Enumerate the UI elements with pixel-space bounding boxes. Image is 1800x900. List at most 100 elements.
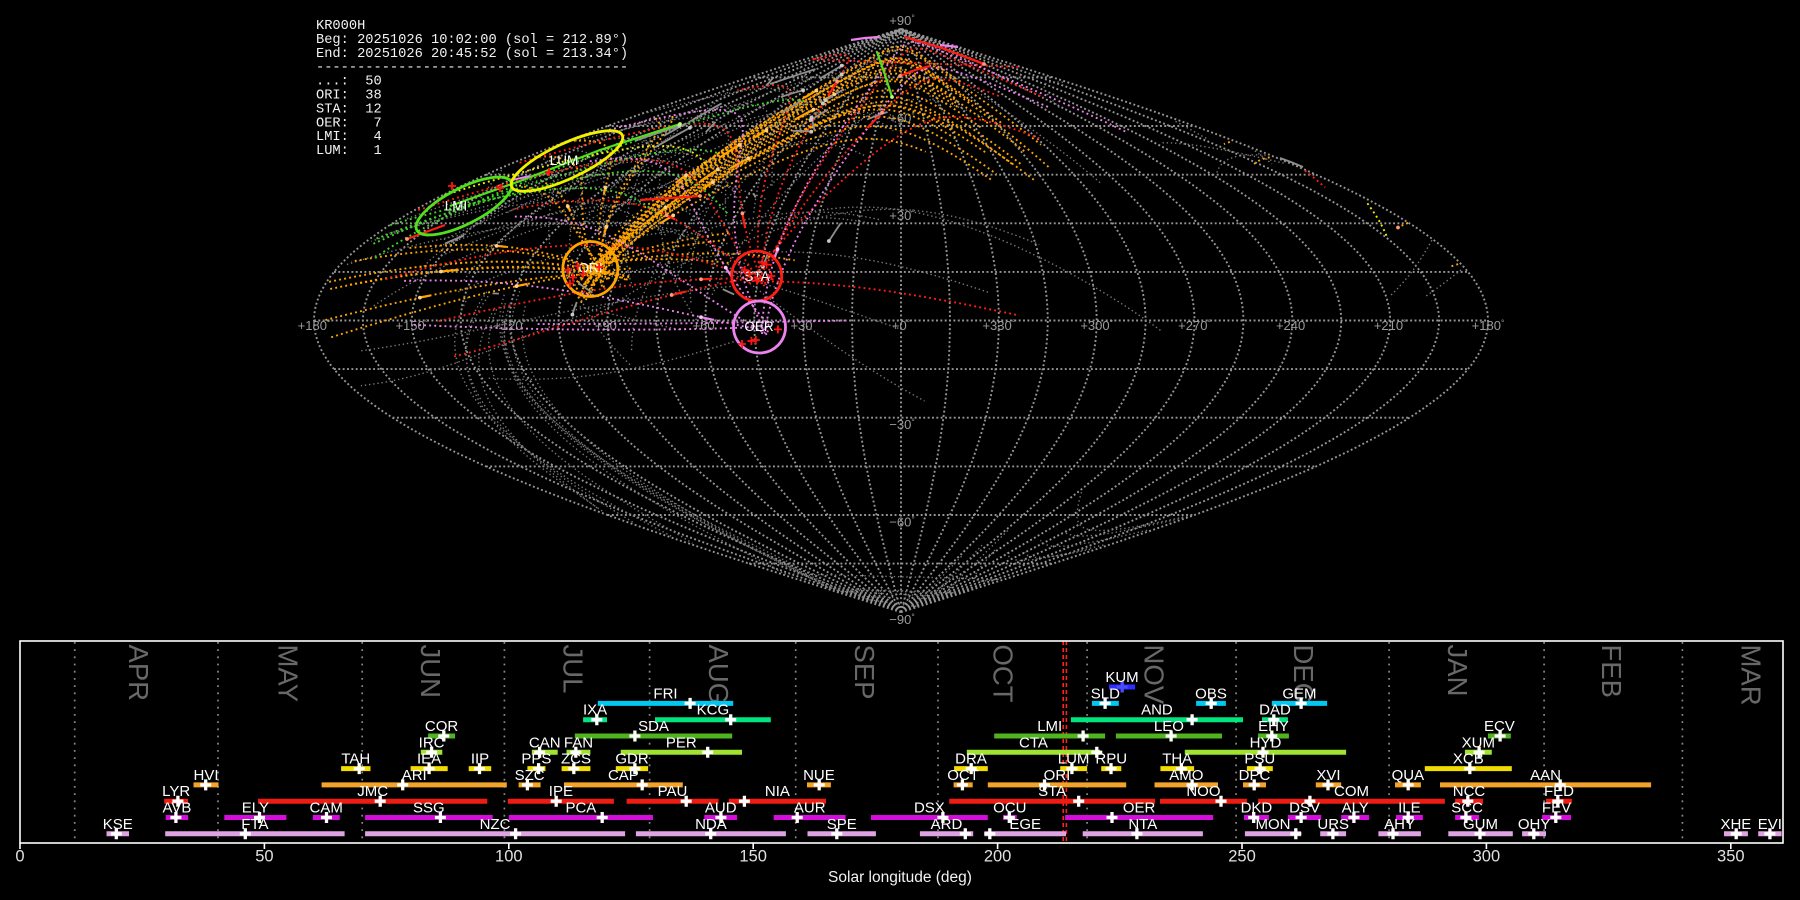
svg-text:APR: APR (123, 645, 154, 702)
svg-text:SDA: SDA (638, 718, 669, 735)
svg-text:NOV: NOV (1138, 645, 1169, 705)
svg-text:OCT: OCT (947, 767, 979, 784)
svg-text:OBS: OBS (1195, 685, 1227, 702)
svg-text:IPE: IPE (549, 783, 573, 800)
svg-text:NOO: NOO (1186, 783, 1220, 800)
svg-text:------------------------------: -------------------------------------- (316, 61, 628, 76)
svg-text:STA: 12: STA: 12 (316, 102, 382, 117)
svg-text:OER: 7: OER: 7 (316, 116, 382, 131)
svg-text:SEP: SEP (849, 645, 880, 700)
svg-text:LMI: 4: LMI: 4 (316, 130, 382, 145)
svg-text:JUN: JUN (415, 645, 446, 698)
svg-text:AUD: AUD (705, 800, 737, 817)
svg-text:HYD: HYD (1250, 734, 1282, 751)
svg-text:DKD: DKD (1241, 800, 1273, 817)
svg-text:LEO: LEO (1154, 718, 1184, 735)
svg-text:0: 0 (15, 848, 24, 866)
svg-text:+240°: +240° (1276, 318, 1309, 334)
svg-text:SZC: SZC (515, 767, 545, 784)
svg-text:FED: FED (1544, 783, 1574, 800)
svg-text:MAR: MAR (1735, 645, 1766, 706)
svg-text:+90°: +90° (595, 318, 620, 334)
svg-text:LYR: LYR (162, 783, 190, 800)
svg-text:QUA: QUA (1392, 767, 1425, 784)
svg-text:CAN: CAN (529, 734, 561, 751)
svg-text:LUM: 1: LUM: 1 (316, 144, 382, 159)
svg-text:+150°: +150° (395, 318, 428, 334)
svg-text:PSU: PSU (1244, 751, 1275, 768)
svg-text:ZCS: ZCS (561, 751, 591, 768)
svg-text:GDR: GDR (615, 751, 649, 768)
svg-text:OCU: OCU (993, 800, 1026, 817)
svg-text:COR: COR (425, 718, 459, 735)
svg-text:DPC: DPC (1239, 767, 1271, 784)
svg-text:Beg: 20251026 10:02:00 (sol =: Beg: 20251026 10:02:00 (sol = 212.89°) (316, 33, 628, 48)
svg-text:TAH: TAH (341, 751, 370, 768)
svg-text:End: 20251026 20:45:52 (sol =: End: 20251026 20:45:52 (sol = 213.34°) (316, 47, 628, 62)
svg-text:JMC: JMC (357, 783, 388, 800)
svg-text:NIA: NIA (765, 783, 790, 800)
svg-text:NUE: NUE (803, 767, 835, 784)
svg-text:ELY: ELY (242, 800, 269, 817)
svg-text:NZC: NZC (480, 816, 511, 833)
svg-text:ORI: ORI (1044, 767, 1071, 784)
svg-text:PAU: PAU (658, 783, 688, 800)
svg-text:GUM: GUM (1463, 816, 1498, 833)
svg-text:HVI: HVI (193, 767, 218, 784)
svg-text:+30°: +30° (790, 318, 815, 334)
svg-text:LMI: LMI (445, 199, 468, 214)
svg-text:AHY: AHY (1384, 816, 1415, 833)
svg-text:+330°: +330° (982, 318, 1015, 334)
svg-text:CAM: CAM (310, 800, 343, 817)
svg-text:DSV: DSV (1289, 800, 1320, 817)
svg-text:AVB: AVB (162, 800, 191, 817)
svg-text:FAN: FAN (564, 734, 593, 751)
svg-text:FEB: FEB (1596, 645, 1627, 698)
svg-text:AUG: AUG (703, 645, 734, 705)
svg-text:SSG: SSG (413, 800, 445, 817)
svg-text:THA: THA (1162, 751, 1192, 768)
svg-text:XUM: XUM (1462, 734, 1495, 751)
svg-text:GEM: GEM (1282, 685, 1316, 702)
svg-text:KUM: KUM (1105, 669, 1138, 686)
svg-text:SCC: SCC (1451, 800, 1483, 817)
svg-text:AND: AND (1141, 702, 1173, 719)
svg-text:STA: STA (1038, 783, 1066, 800)
svg-text:FEV: FEV (1542, 800, 1571, 817)
svg-text:XCB: XCB (1453, 751, 1484, 768)
svg-text:IEA: IEA (417, 751, 441, 768)
svg-text:NCC: NCC (1453, 783, 1486, 800)
svg-text:OER: OER (1123, 800, 1156, 817)
svg-text:DAD: DAD (1259, 702, 1291, 719)
svg-text:FRI: FRI (653, 685, 677, 702)
svg-text:OHY: OHY (1518, 816, 1551, 833)
svg-text:IXA: IXA (583, 702, 607, 719)
svg-text:PCA: PCA (565, 800, 596, 817)
svg-text:KR000H: KR000H (316, 19, 365, 34)
svg-text:EVI: EVI (1758, 816, 1782, 833)
svg-text:MON: MON (1256, 816, 1291, 833)
svg-text:ECV: ECV (1484, 718, 1515, 735)
svg-text:100: 100 (495, 848, 523, 866)
svg-text:XVI: XVI (1316, 767, 1340, 784)
svg-text:−30°: −30° (889, 417, 914, 433)
svg-text:OCT: OCT (987, 645, 1018, 703)
svg-text:+180°: +180° (1472, 318, 1505, 334)
svg-text:−90°: −90° (889, 612, 914, 628)
svg-text:AUR: AUR (794, 800, 826, 817)
svg-text:KCG: KCG (697, 702, 730, 719)
svg-text:ILE: ILE (1398, 800, 1421, 817)
svg-text:EHY: EHY (1258, 718, 1289, 735)
svg-text:CTA: CTA (1019, 734, 1048, 751)
svg-text:NTA: NTA (1128, 816, 1157, 833)
svg-text:FTA: FTA (241, 816, 268, 833)
svg-text:Solar longitude (deg): Solar longitude (deg) (828, 869, 972, 886)
svg-text:DSX: DSX (914, 800, 945, 817)
svg-text:LUM: LUM (1058, 751, 1090, 768)
svg-text:+270°: +270° (1178, 318, 1211, 334)
svg-text:−60°: −60° (889, 514, 914, 530)
svg-text:PPS: PPS (521, 751, 551, 768)
svg-text:XHE: XHE (1720, 816, 1751, 833)
svg-text:350: 350 (1717, 848, 1745, 866)
svg-text:MAY: MAY (272, 645, 303, 703)
